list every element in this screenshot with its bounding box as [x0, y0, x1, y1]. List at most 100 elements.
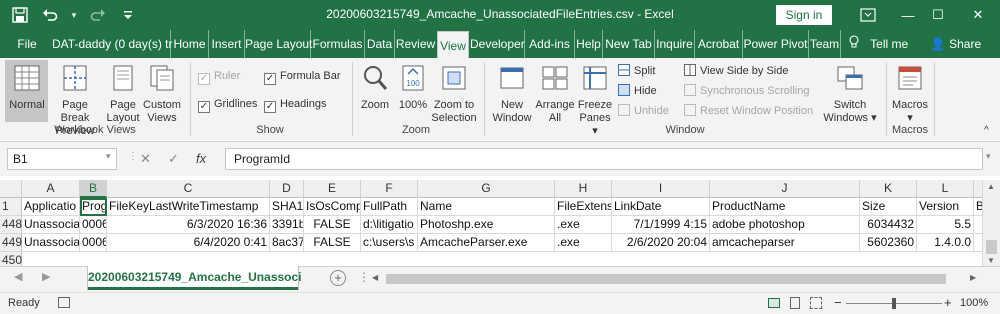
tab-inquire[interactable]: Inquire [654, 30, 694, 58]
table-cell[interactable]: 1.4.0.0 [917, 234, 974, 252]
maximize-icon[interactable]: ☐ [916, 0, 960, 30]
tab-split-handle-icon[interactable]: ⋮ [358, 270, 370, 284]
column-header[interactable]: G [418, 180, 555, 198]
table-cell[interactable]: Name [418, 198, 555, 216]
table-cell[interactable]: c:\users\s [361, 234, 418, 252]
tab-add-ins[interactable]: Add-ins [524, 30, 574, 58]
scroll-up-icon[interactable]: ▲ [987, 182, 995, 191]
selected-cell[interactable]: ProgramId [80, 198, 107, 216]
table-cell[interactable]: Unassocia [22, 234, 80, 252]
tab-developer[interactable]: Developer [470, 30, 525, 58]
tab-team[interactable]: Team [808, 30, 840, 58]
normal-view-icon[interactable] [768, 298, 780, 308]
tab-home[interactable]: Home [170, 30, 208, 58]
column-header[interactable]: J [710, 180, 860, 198]
tab-new-tab[interactable]: New Tab [602, 30, 654, 58]
table-cell[interactable]: 0006 [80, 216, 107, 234]
scroll-down-icon[interactable]: ▼ [987, 256, 995, 265]
formula-input[interactable]: ProgramId [225, 148, 983, 170]
collapse-ribbon-icon[interactable]: ^ [984, 124, 989, 137]
name-box[interactable]: B1 [7, 148, 117, 170]
table-cell[interactable]: 6/4/2020 0:41 [107, 234, 270, 252]
zoom-to-selection-button[interactable]: Zoom to Selection [430, 64, 478, 125]
next-sheet-icon[interactable]: ▶ [42, 270, 50, 283]
column-header[interactable]: A [22, 180, 80, 198]
tab-formulas[interactable]: Formulas [310, 30, 364, 58]
spreadsheet-grid[interactable]: A B C D E F G H I J K L M 1 Applicatio P… [0, 180, 982, 266]
table-cell[interactable]: d:\litigatio [361, 216, 418, 234]
horizontal-scrollbar[interactable]: ◀ ▶ [372, 272, 982, 286]
table-cell[interactable]: 6/3/2020 16:36 [107, 216, 270, 234]
table-cell[interactable]: SHA1 [270, 198, 304, 216]
table-cell[interactable]: FALSE [304, 234, 361, 252]
table-cell[interactable]: FALSE [304, 216, 361, 234]
redo-icon[interactable] [88, 5, 108, 25]
table-cell[interactable]: Version [917, 198, 974, 216]
tab-page-layout[interactable]: Page Layout [244, 30, 312, 58]
table-cell[interactable]: 5602360 [860, 234, 917, 252]
zoom-100-button[interactable]: 100 100% [396, 64, 430, 112]
tab-data[interactable]: Data [364, 30, 394, 58]
tab-help[interactable]: Help [574, 30, 602, 58]
tab-acrobat[interactable]: Acrobat [694, 30, 742, 58]
switch-windows-button[interactable]: Switch Windows ▾ [820, 64, 880, 125]
zoom-out-button[interactable]: − [834, 295, 842, 310]
table-cell[interactable]: B [974, 198, 982, 216]
formula-bar-checkbox[interactable]: ✓ Formula Bar [264, 70, 341, 85]
vertical-scrollbar[interactable]: ▲ ▼ [982, 180, 1000, 266]
macro-record-icon[interactable] [58, 297, 70, 308]
table-cell[interactable]: 7/1/1999 4:15 [612, 216, 710, 234]
column-header[interactable]: C [107, 180, 270, 198]
zoom-button[interactable]: Zoom [356, 64, 394, 112]
table-cell[interactable]: IsOsComp [304, 198, 361, 216]
column-header[interactable]: B [80, 180, 107, 198]
tab-power-pivot[interactable]: Power Pivot [742, 30, 808, 58]
tab-insert[interactable]: Insert [208, 30, 244, 58]
column-header[interactable]: I [612, 180, 710, 198]
normal-view-button[interactable]: Normal [6, 64, 48, 112]
page-break-preview-icon[interactable] [810, 297, 822, 309]
table-cell[interactable]: FileKeyLastWriteTimestamp [107, 198, 270, 216]
column-header[interactable]: H [555, 180, 612, 198]
table-cell[interactable]: .exe [555, 216, 612, 234]
chevron-down-icon[interactable]: ▾ [70, 5, 78, 25]
table-cell[interactable]: LinkDate [612, 198, 710, 216]
save-icon[interactable] [10, 5, 30, 25]
table-cell[interactable]: FileExtens [555, 198, 612, 216]
enter-icon[interactable]: ✓ [168, 151, 179, 167]
column-header[interactable]: K [860, 180, 917, 198]
sheet-tab[interactable]: 20200603215749_Amcache_Unassoci [88, 266, 302, 290]
freeze-panes-button[interactable]: Freeze Panes ▾ [576, 64, 614, 138]
table-cell[interactable]: 2/6/2020 20:04 [612, 234, 710, 252]
cancel-icon[interactable]: ✕ [140, 151, 151, 167]
row-header[interactable]: 449 [0, 234, 22, 252]
row-header[interactable]: 450 [0, 252, 22, 266]
table-cell[interactable] [974, 216, 982, 234]
split-button[interactable]: Split [618, 64, 655, 78]
add-sheet-button[interactable]: + [330, 270, 346, 286]
prev-sheet-icon[interactable]: ◀ [14, 270, 22, 283]
row-header[interactable]: 448 [0, 216, 22, 234]
page-layout-view-button[interactable]: Page Layout [104, 64, 142, 125]
scroll-thumb[interactable] [986, 240, 997, 254]
table-cell[interactable]: 6034432 [860, 216, 917, 234]
scroll-right-icon[interactable]: ▶ [970, 273, 976, 282]
tab-view[interactable]: View [437, 31, 469, 58]
arrange-all-button[interactable]: Arrange All [534, 64, 576, 125]
view-side-by-side-button[interactable]: View Side by Side [684, 64, 788, 78]
hide-button[interactable]: Hide [618, 84, 657, 98]
page-layout-icon[interactable] [790, 297, 800, 309]
zoom-slider-thumb[interactable] [892, 298, 896, 309]
column-header[interactable]: D [270, 180, 304, 198]
tab-file[interactable]: File [12, 30, 42, 58]
name-box-dropdown-icon[interactable]: ▾ [106, 151, 111, 162]
table-cell[interactable]: 5.5 [917, 216, 974, 234]
new-window-button[interactable]: New Window [490, 64, 534, 125]
ribbon-display-icon[interactable] [846, 0, 890, 30]
tab-review[interactable]: Review [394, 30, 436, 58]
scroll-left-icon[interactable]: ◀ [372, 273, 378, 282]
table-cell[interactable]: 0006 [80, 234, 107, 252]
table-cell[interactable]: 3391b [270, 216, 304, 234]
table-cell[interactable]: 8ac37 [270, 234, 304, 252]
table-cell[interactable] [974, 234, 982, 252]
